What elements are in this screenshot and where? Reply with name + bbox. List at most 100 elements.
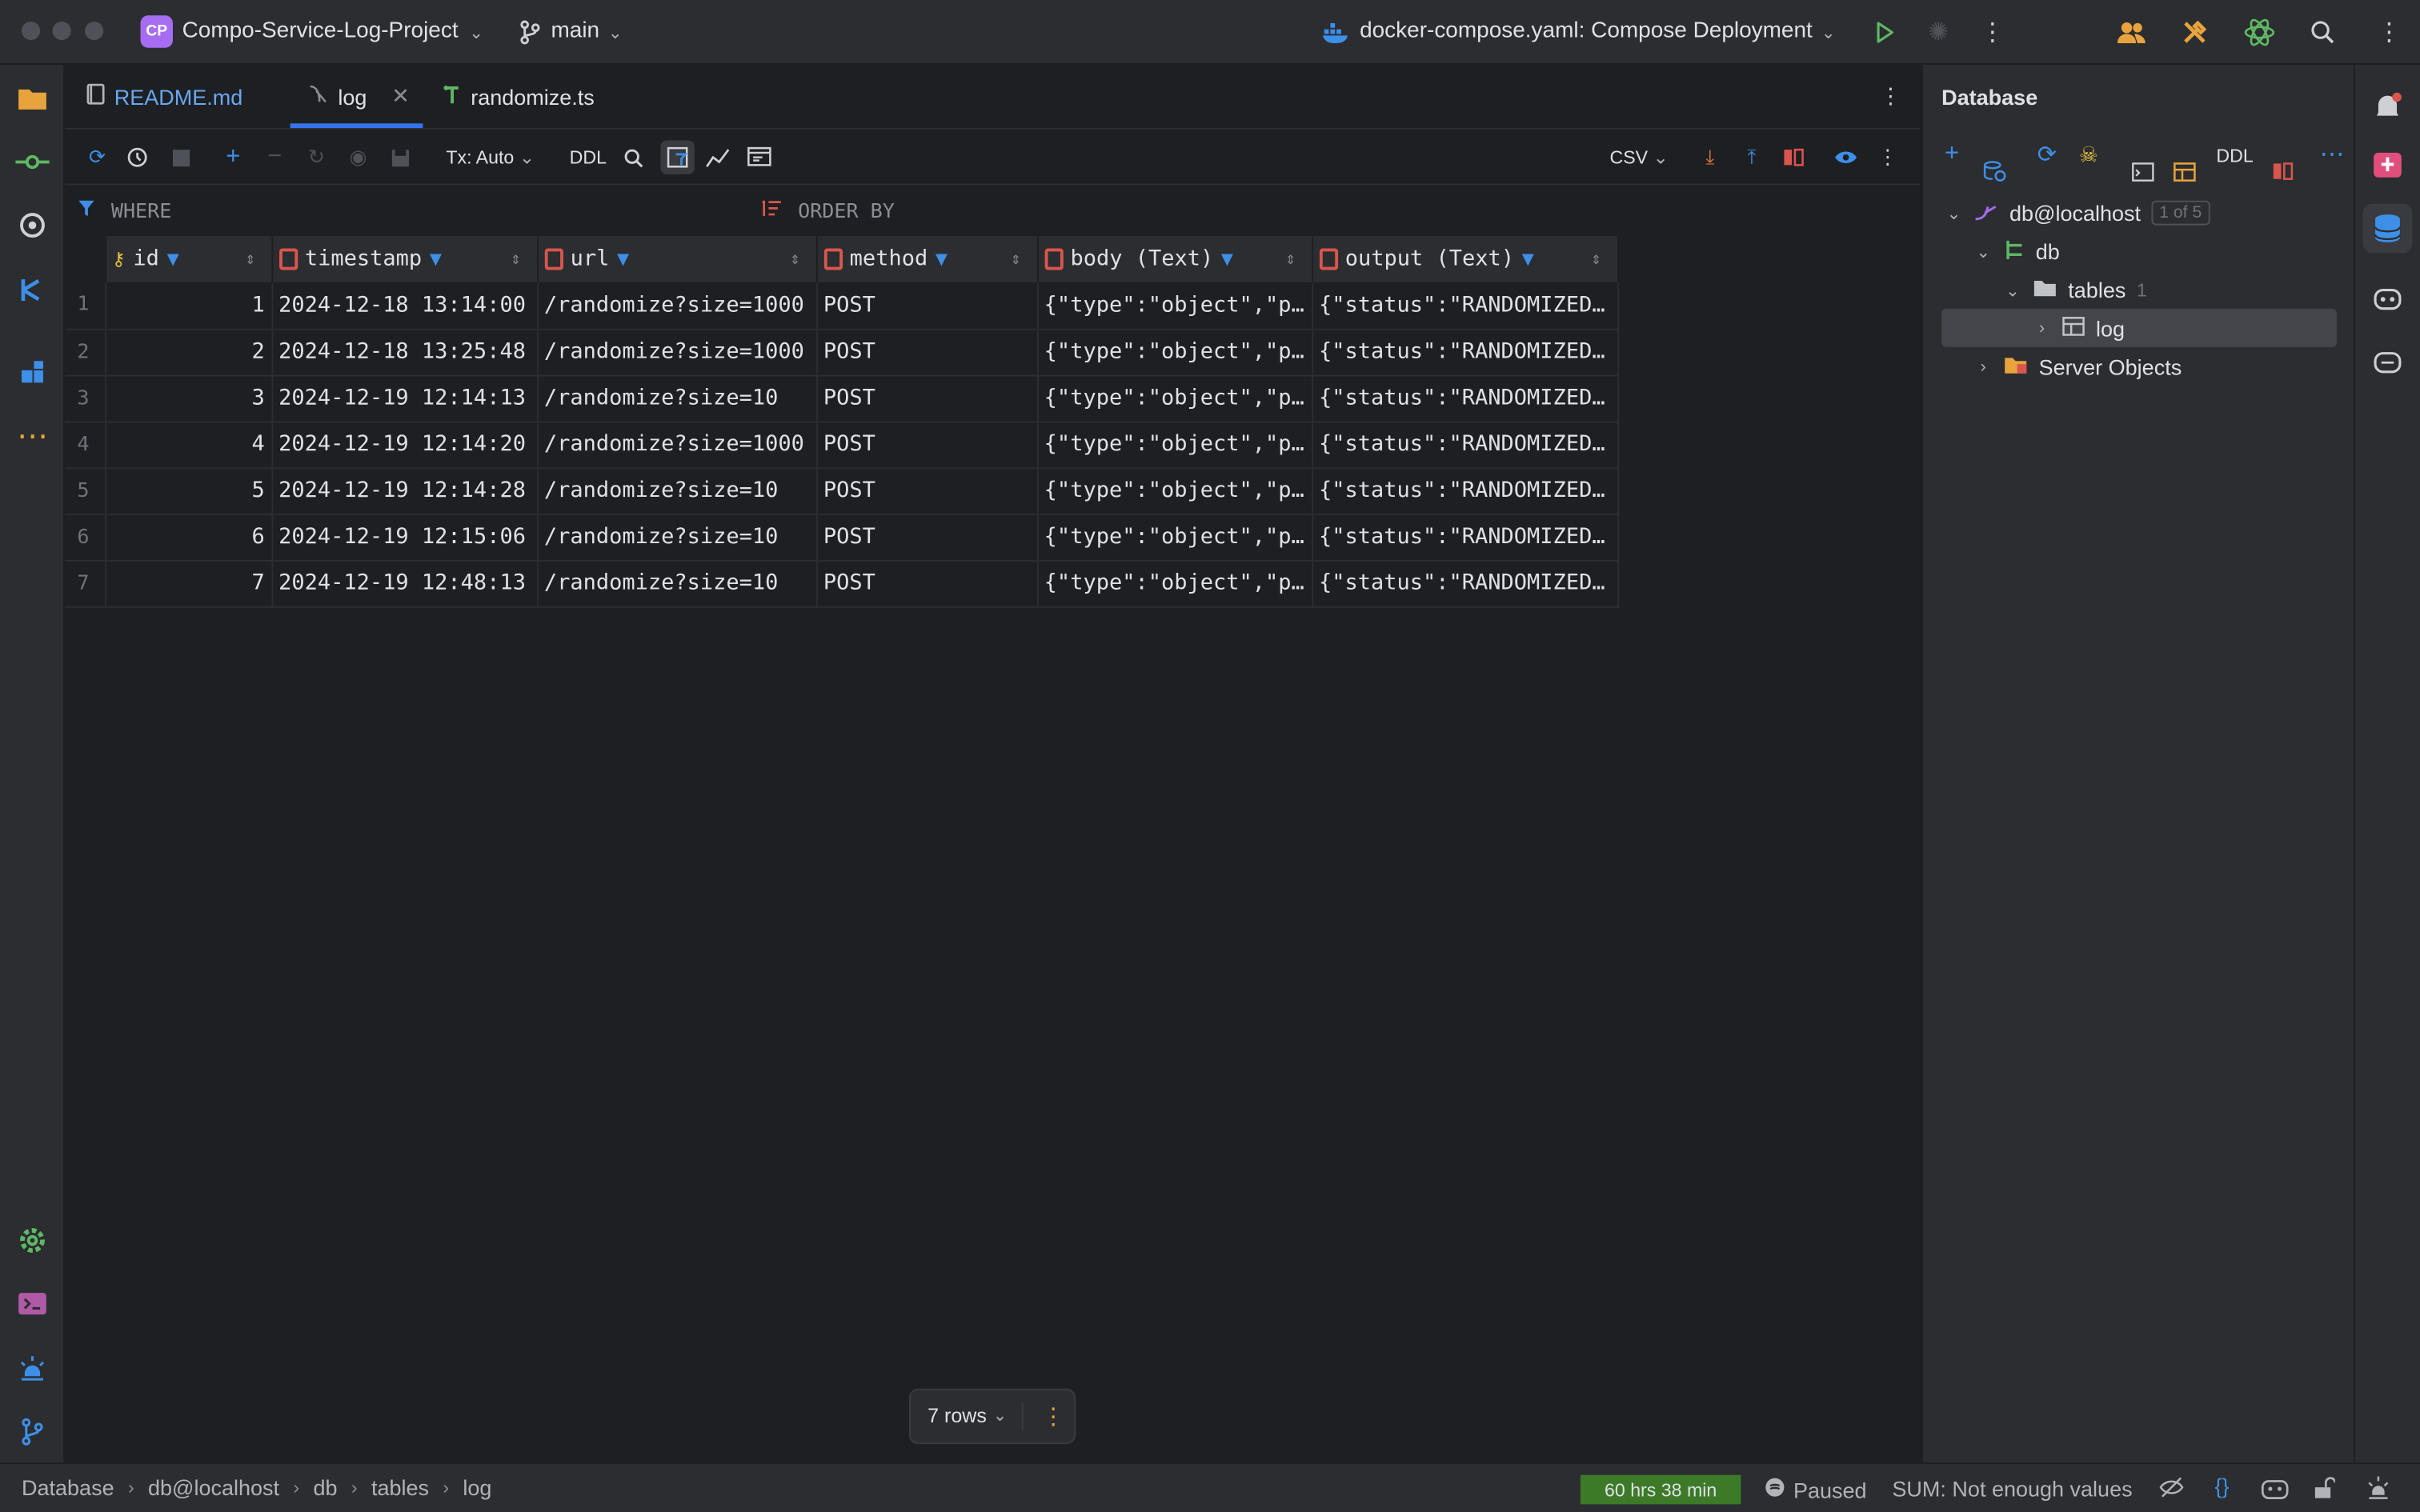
cell-id[interactable]: 7 [105,560,273,607]
column-header-id[interactable]: ⚷ id ▼ ⇕ [105,236,273,282]
ddl-button[interactable]: DDL [570,146,607,168]
run-configuration[interactable]: docker-compose.yaml: Compose Deployment [1360,18,1813,43]
tree-node-log-table[interactable]: › log [2033,310,2125,347]
table-row[interactable]: 4 4 2024-12-19 12:14:20/randomize?size=100… [64,421,1619,469]
cell-timestamp[interactable]: 2024-12-18 13:25:48 [271,328,539,376]
cell-id[interactable]: 2 [105,328,273,376]
sort-icon[interactable]: ⇕ [1591,248,1601,268]
more-icon[interactable]: ⋯ [2320,139,2345,170]
problems-icon[interactable] [14,1350,50,1386]
chevron-down-icon[interactable]: ⌄ [2003,280,2021,300]
services-icon[interactable] [14,206,50,243]
cell-output[interactable]: {"status":"RANDOMIZED… [1312,560,1619,607]
breadcrumb-item[interactable]: tables [371,1475,429,1500]
cell-timestamp[interactable]: 2024-12-19 12:14:20 [271,421,539,469]
table-row[interactable]: 5 5 2024-12-19 12:14:28/randomize?size=10 P… [64,467,1619,515]
cell-body[interactable]: {"type":"object","p… [1036,374,1313,422]
search-icon[interactable] [619,143,647,171]
view-icon[interactable] [1832,143,1860,171]
cell-url[interactable]: /randomize?size=10 [537,467,818,515]
terminal-icon[interactable] [14,1285,50,1322]
cell-method[interactable]: POST [816,328,1038,376]
cell-output[interactable]: {"status":"RANDOMIZED… [1312,374,1619,422]
table-row[interactable]: 7 7 2024-12-19 12:48:13/randomize?size=10 P… [64,560,1619,607]
console-icon[interactable] [2131,143,2154,193]
cell-body[interactable]: {"type":"object","p… [1036,328,1313,376]
cell-method[interactable]: POST [816,374,1038,422]
chart-icon[interactable] [703,143,731,171]
cell-timestamp[interactable]: 2024-12-19 12:48:13 [271,560,539,607]
layout-icon[interactable] [745,143,773,171]
chevron-right-icon[interactable]: › [1974,358,1993,376]
add-datasource-icon[interactable]: + [1945,140,1959,168]
cell-url[interactable]: /randomize?size=10 [537,560,818,607]
database-tool-button[interactable] [2362,203,2413,254]
tools-icon[interactable] [2179,17,2210,48]
stop-icon[interactable] [166,143,194,171]
cell-url[interactable]: /randomize?size=1000 [537,328,818,376]
column-header-method[interactable]: method ▼ ⇕ [816,236,1038,282]
cell-id[interactable]: 3 [105,374,273,422]
add-row-icon[interactable]: + [219,143,247,171]
cell-url[interactable]: /randomize?size=10 [537,514,818,562]
delete-row-icon[interactable]: − [261,143,289,171]
table-editor-icon[interactable] [2173,143,2196,193]
paused-status[interactable]: Paused [1764,1477,1867,1503]
cell-method[interactable]: POST [816,467,1038,515]
structure-icon[interactable] [14,271,50,308]
column-filter-icon[interactable]: ▼ [167,248,179,271]
cell-method[interactable]: POST [816,282,1038,330]
time-tracker-badge[interactable]: 60 hrs 38 min [1580,1474,1741,1505]
cell-timestamp[interactable]: 2024-12-18 13:14:00 [271,282,539,330]
sum-indicator[interactable]: SUM: Not enough values [1892,1477,2132,1502]
cell-method[interactable]: POST [816,514,1038,562]
copilot-status-icon[interactable] [2261,1477,2289,1505]
table-row[interactable]: 3 3 2024-12-19 12:14:13/randomize?size=10 P… [64,374,1619,422]
preview-icon[interactable]: ◉ [344,143,372,171]
tree-node-server-objects[interactable]: › Server Objects [1974,349,2182,386]
chevron-down-icon[interactable]: ⌄ [1945,203,1963,223]
copilot-icon[interactable] [2372,273,2403,322]
project-chevron-down-icon[interactable]: ⌄ [469,23,483,43]
tree-node-schema[interactable]: ⌄ db [1974,233,2060,270]
project-folder-icon[interactable] [14,80,50,117]
cell-output[interactable]: {"status":"RANDOMIZED… [1312,282,1619,330]
minimize-window-button[interactable] [52,21,71,41]
cell-id[interactable]: 6 [105,514,273,562]
tab-randomize[interactable]: randomize.ts [443,83,595,110]
chevron-down-icon[interactable]: ⌄ [1974,242,1993,262]
run-icon[interactable] [1869,17,1900,48]
column-header-timestamp[interactable]: timestamp ▼ ⇕ [271,236,539,282]
plugins-icon[interactable] [14,354,50,390]
gear-icon[interactable] [14,1222,50,1258]
refresh-icon[interactable]: ⟳ [83,143,111,171]
notifications-icon[interactable] [2372,83,2403,133]
unlock-icon[interactable] [2314,1477,2337,1505]
cell-output[interactable]: {"status":"RANDOMIZED… [1312,467,1619,515]
column-filter-icon[interactable]: ▼ [1522,248,1534,271]
sort-icon[interactable]: ⇕ [790,248,800,268]
search-everywhere-icon[interactable] [2307,17,2338,48]
cell-body[interactable]: {"type":"object","p… [1036,560,1313,607]
branch-chevron-down-icon[interactable]: ⌄ [608,23,623,43]
submit-icon[interactable] [386,143,414,171]
tab-options-icon[interactable]: ⋮ [1880,83,1901,110]
cell-body[interactable]: {"type":"object","p… [1036,467,1313,515]
table-row[interactable]: 2 2 2024-12-18 13:25:48/randomize?size=100… [64,328,1619,376]
ddl-button[interactable]: DDL [2216,145,2253,166]
more-tool-windows-icon[interactable]: ⋯ [14,417,50,454]
code-with-me-icon[interactable] [2116,17,2147,48]
cell-body[interactable]: {"type":"object","p… [1036,282,1313,330]
upload-icon[interactable]: ⤒ [1738,143,1766,171]
cell-timestamp[interactable]: 2024-12-19 12:15:06 [271,514,539,562]
column-filter-icon[interactable]: ▼ [430,248,442,271]
project-badge[interactable]: CP [140,15,173,48]
ai-chat-icon[interactable] [2372,143,2403,193]
cell-timestamp[interactable]: 2024-12-19 12:14:13 [271,374,539,422]
branch-name[interactable]: main [551,18,599,43]
settings-menu-icon[interactable]: ⋮ [2374,17,2405,48]
breadcrumb-item[interactable]: log [463,1475,491,1500]
breadcrumb-item[interactable]: Database [22,1475,114,1500]
project-name[interactable]: Compo-Service-Log-Project [182,18,459,43]
column-header-body[interactable]: body (Text) ▼ ⇕ [1036,236,1313,282]
